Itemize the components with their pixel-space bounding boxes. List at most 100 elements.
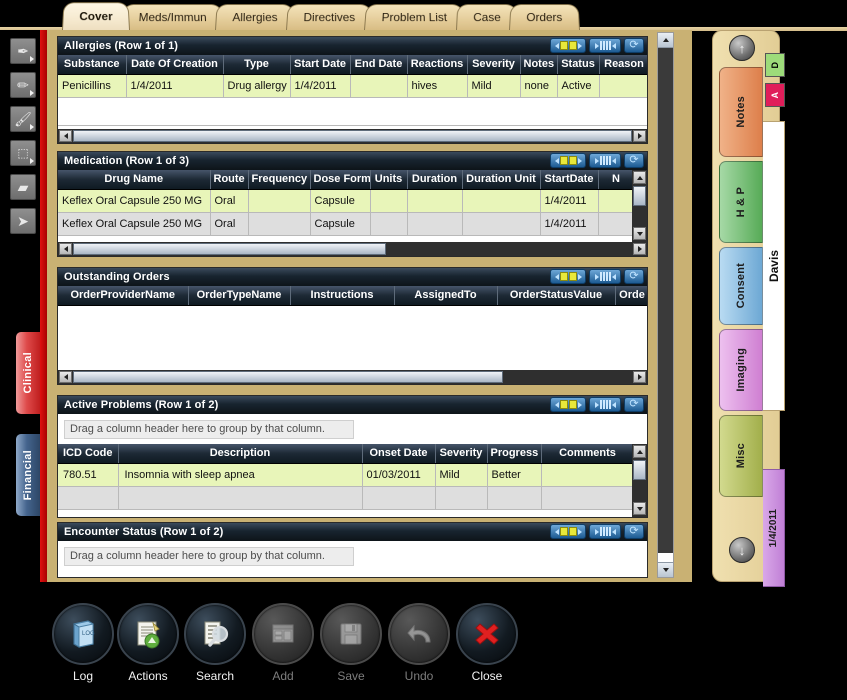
col-description[interactable]: Description [118, 444, 363, 464]
toolbar-close[interactable]: Close [449, 603, 525, 683]
scroll-down-button[interactable] [633, 502, 646, 515]
col-severity[interactable]: Severity [467, 55, 521, 75]
column-resize-button[interactable] [550, 524, 586, 539]
col-icd-code[interactable]: ICD Code [58, 444, 119, 464]
highlighter-tool-button[interactable]: 🖌 [10, 106, 36, 132]
scroll-left-button[interactable] [59, 243, 72, 255]
scroll-right-button[interactable] [633, 130, 646, 142]
horizontal-scrollbar[interactable] [58, 370, 647, 384]
refresh-button[interactable]: ⟳ [624, 269, 644, 284]
col-drug-name[interactable]: Drug Name [58, 170, 211, 190]
vertical-scrollbar[interactable] [632, 444, 647, 517]
folder-scroll-up-button[interactable]: ↑ [729, 35, 755, 61]
toolbar-add[interactable]: Add [245, 603, 321, 683]
tab-problem-list[interactable]: Problem List [364, 4, 465, 30]
tab-cover[interactable]: Cover [62, 2, 131, 31]
col-order-provider-name[interactable]: OrderProviderName [58, 286, 189, 306]
log-button[interactable]: LOG [52, 603, 114, 665]
group-by-dropzone[interactable]: Drag a column header here to group by th… [58, 414, 647, 444]
toolbar-search[interactable]: Search [177, 603, 253, 683]
add-button[interactable] [252, 603, 314, 665]
scroll-track[interactable] [73, 130, 632, 142]
pointer-tool-button[interactable]: ➤ [10, 208, 36, 234]
scroll-thumb[interactable] [633, 460, 646, 480]
encounter-date-tab[interactable]: 1/4/2011 [763, 469, 785, 587]
refresh-button[interactable]: ⟳ [624, 524, 644, 539]
patient-name-tab[interactable]: Davis [763, 121, 785, 411]
col-status[interactable]: Status [557, 55, 600, 75]
table-row[interactable]: Penicillins 1/4/2011 Drug allergy 1/4/20… [58, 74, 647, 98]
horizontal-scrollbar[interactable] [58, 242, 647, 256]
folder-tab-misc[interactable]: Misc [719, 415, 763, 497]
pen-tool-button[interactable]: ✒ [10, 38, 36, 64]
col-frequency[interactable]: Frequency [248, 170, 311, 190]
col-type[interactable]: Type [223, 55, 291, 75]
refresh-button[interactable]: ⟳ [624, 397, 644, 412]
toolbar-actions[interactable]: Actions [110, 603, 186, 683]
table-row[interactable]: Keflex Oral Capsule 250 MG Oral Capsule … [58, 189, 635, 213]
mini-tab-a[interactable]: A [765, 83, 785, 107]
col-order-status-value[interactable]: OrderStatusValue [497, 286, 616, 306]
column-resize-button[interactable] [550, 397, 586, 412]
column-resize-button[interactable] [550, 269, 586, 284]
folder-tab-imaging[interactable]: Imaging [719, 329, 763, 411]
column-fit-button[interactable] [589, 269, 621, 284]
scroll-left-button[interactable] [59, 130, 72, 142]
table-row[interactable]: Keflex Oral Capsule 250 MG Oral Capsule … [58, 212, 635, 236]
close-button[interactable] [456, 603, 518, 665]
tab-orders[interactable]: Orders [508, 4, 580, 30]
col-notes[interactable]: Notes [520, 55, 558, 75]
col-severity[interactable]: Severity [435, 444, 488, 464]
col-progress[interactable]: Progress [487, 444, 542, 464]
table-row[interactable]: 780.51 Insomnia with sleep apnea 01/03/2… [58, 463, 635, 487]
search-button[interactable] [184, 603, 246, 665]
col-next[interactable]: N [598, 170, 635, 190]
scroll-right-button[interactable] [633, 371, 646, 383]
scroll-right-button[interactable] [633, 243, 646, 255]
folder-tab-notes[interactable]: Notes [719, 67, 763, 157]
tab-directives[interactable]: Directives [286, 4, 374, 30]
undo-button[interactable] [388, 603, 450, 665]
col-units[interactable]: Units [370, 170, 408, 190]
scroll-thumb[interactable] [73, 130, 632, 142]
col-instructions[interactable]: Instructions [290, 286, 395, 306]
group-by-dropzone[interactable]: Drag a column header here to group by th… [58, 541, 647, 571]
main-vertical-scrollbar[interactable] [657, 32, 674, 578]
save-button[interactable] [320, 603, 382, 665]
column-fit-button[interactable] [589, 397, 621, 412]
sidebar-tab-financial[interactable]: Financial [16, 434, 40, 516]
column-resize-button[interactable] [550, 38, 586, 53]
scroll-thumb[interactable] [73, 243, 387, 255]
tab-allergies[interactable]: Allergies [215, 4, 296, 30]
scroll-left-button[interactable] [59, 371, 72, 383]
col-route[interactable]: Route [210, 170, 249, 190]
scroll-up-button[interactable] [658, 33, 673, 48]
sidebar-tab-clinical[interactable]: Clinical [16, 332, 40, 414]
horizontal-scrollbar[interactable] [58, 129, 647, 143]
column-fit-button[interactable] [589, 38, 621, 53]
col-order-type-name[interactable]: OrderTypeName [188, 286, 291, 306]
table-row-partial[interactable] [58, 486, 635, 510]
scroll-down-button[interactable] [633, 227, 646, 240]
col-start-date[interactable]: Start Date [290, 55, 351, 75]
col-comments[interactable]: Comments [541, 444, 635, 464]
tab-meds-immun[interactable]: Meds/Immun [121, 4, 225, 30]
scroll-down-button[interactable] [658, 562, 673, 577]
folder-scroll-down-button[interactable]: ↓ [729, 537, 755, 563]
col-end-date[interactable]: End Date [350, 55, 408, 75]
scroll-up-button[interactable] [633, 445, 646, 458]
eraser-tool-button[interactable]: ▰ [10, 174, 36, 200]
col-order-more[interactable]: Orde [615, 286, 647, 306]
scroll-thumb[interactable] [633, 186, 646, 206]
folder-tab-hp[interactable]: H & P [719, 161, 763, 243]
col-start-date[interactable]: StartDate [540, 170, 599, 190]
toolbar-save[interactable]: Save [313, 603, 389, 683]
refresh-button[interactable]: ⟳ [624, 153, 644, 168]
col-dose-form[interactable]: Dose Form [310, 170, 371, 190]
actions-button[interactable] [117, 603, 179, 665]
column-fit-button[interactable] [589, 524, 621, 539]
col-duration-unit[interactable]: Duration Unit [462, 170, 541, 190]
mini-tab-d[interactable]: D [765, 53, 785, 77]
col-reason[interactable]: Reason [599, 55, 647, 75]
scroll-up-button[interactable] [633, 171, 646, 184]
